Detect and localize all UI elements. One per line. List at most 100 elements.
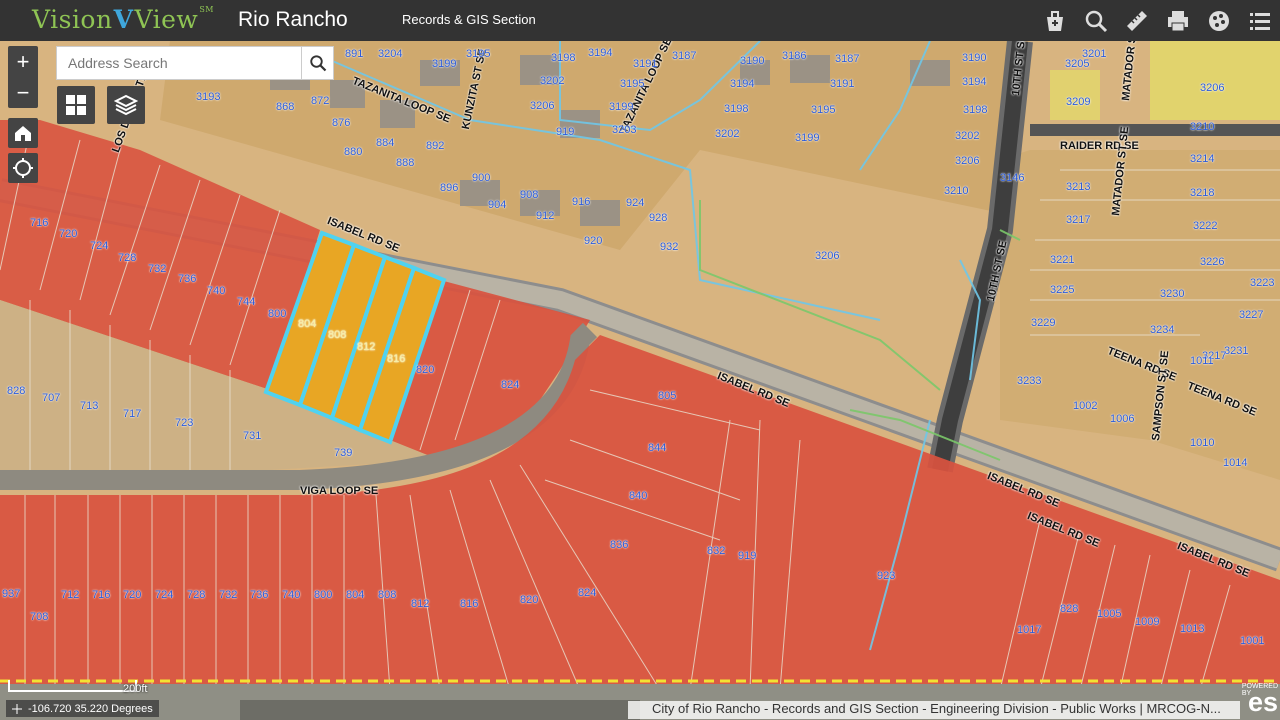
search-tool-button[interactable] [1075,0,1116,41]
zoom-control: + − [8,46,38,108]
parcel-label: 724 [155,589,174,601]
basemap-tool-button[interactable] [1198,0,1239,41]
parcel-label: 916 [572,196,591,208]
parcel-label: 844 [648,442,667,454]
parcel-label: 3222 [1193,220,1218,232]
parcel-label: 716 [92,589,111,601]
parcel-label: 3187 [672,50,697,62]
search-icon [1085,10,1107,32]
parcel-label: 3226 [1200,256,1225,268]
parcel-label: 3198 [551,52,576,64]
parcel-label: 3194 [730,78,755,90]
parcel-label: 3198 [963,104,988,116]
parcel-label: 3190 [962,52,987,64]
parcel-label: 3186 [782,50,807,62]
coordinate-text: -106.720 35.220 Degrees [28,703,153,715]
parcel-label: 3204 [378,48,403,60]
home-button[interactable] [8,118,38,148]
address-search-button[interactable] [301,47,333,79]
parcel-label: 1005 [1097,608,1122,620]
parcel-label: 3146 [1000,172,1025,184]
bookmark-icon [1046,10,1063,31]
parcel-label: 868 [276,101,295,113]
parcel-label: 728 [118,252,137,264]
map-view[interactable]: TAZANITA LOOP SE KUNZITA ST SE TAZANITA LO… [0,41,1280,720]
parcel-label: 3198 [724,103,749,115]
parcel-label: 812 [357,341,376,353]
scale-label: 200ft [123,683,148,695]
crosshair-icon [12,704,22,714]
parcel-label: 3195 [620,78,645,90]
parcel-label: 1011 [1190,355,1214,367]
parcel-label: 3199 [432,58,457,70]
highlight-parcel [1150,41,1280,120]
zoom-out-button[interactable]: − [8,77,38,108]
parcel-label: 736 [250,589,269,601]
parcel-label: 3213 [1066,181,1091,193]
map-attribution: City of Rio Rancho - Records and GIS Sec… [628,701,1240,719]
grid-icon [66,95,86,115]
parcel-label: 923 [877,570,896,582]
layer-list-icon [1249,12,1270,30]
logo-vision: Vision [32,5,113,34]
parcel-label: 3202 [715,128,740,140]
address-search-input[interactable] [57,47,308,79]
parcel-label: 3206 [955,155,980,167]
parcel-label: 707 [42,392,61,404]
app-header: VisionVViewSM Rio Rancho Records & GIS S… [0,0,1280,41]
layer-list-tool-button[interactable] [1239,0,1280,41]
parcel-label: 816 [387,353,406,365]
parcel-label: 891 [345,48,364,60]
locate-button[interactable] [8,153,38,183]
esri-brand: es [1248,687,1279,717]
parcel-label: 728 [187,589,206,601]
parcel-label: 744 [237,296,256,308]
parcel-label: 840 [629,490,648,502]
city-title: Rio Rancho [238,8,348,31]
parcel-label: 937 [2,588,21,600]
parcel-label: 1009 [1135,616,1160,628]
parcel-label: 740 [207,285,226,297]
address-search [56,46,334,80]
parcel-label: 816 [460,598,479,610]
zoom-in-button[interactable]: + [8,46,38,77]
parcel-label: 3191 [633,58,658,70]
parcel-label: 736 [178,273,197,285]
logo-v-mark: V [113,5,134,34]
parcel-label: 732 [148,263,167,275]
parcel-label: 3225 [1050,284,1075,296]
measure-tool-button[interactable] [1116,0,1157,41]
parcel-label: 3203 [612,124,637,136]
parcel-label: 3209 [1066,96,1091,108]
print-icon [1167,10,1188,31]
parcel-label: 824 [501,379,520,391]
parcel-label: 805 [658,390,677,402]
parcel-label: 3202 [955,130,980,142]
widget-grid-button[interactable] [57,86,95,124]
layers-button[interactable] [107,86,145,124]
coordinate-readout[interactable]: -106.720 35.220 Degrees [6,700,159,717]
parcel-label: 1017 [1017,624,1042,636]
parcel-label: 808 [378,589,397,601]
parcel-label: 924 [626,197,645,209]
parcel-label: 3227 [1239,309,1264,321]
parcel-label: 3223 [1250,277,1275,289]
parcel-label: 919 [738,550,757,562]
print-tool-button[interactable] [1157,0,1198,41]
parcel-label: 3202 [540,75,565,87]
app-logo: VisionVViewSM [32,5,214,34]
basemap-gallery-icon [1208,10,1229,31]
bookmark-tool-button[interactable] [1034,0,1075,41]
parcel-label: 731 [243,430,262,442]
parcel-label: 3210 [944,185,969,197]
parcel-label: 808 [328,329,347,341]
logo-view: View [134,5,199,34]
parcel-label: 740 [282,589,301,601]
layers-icon [114,94,138,116]
parcel-label: 824 [578,587,597,599]
parcel-label: 920 [584,235,603,247]
parcel-label: 880 [344,146,363,158]
parcel-label: 3210 [1190,121,1215,133]
parcel-label: 912 [536,210,555,222]
parcel-label: 836 [610,539,629,551]
